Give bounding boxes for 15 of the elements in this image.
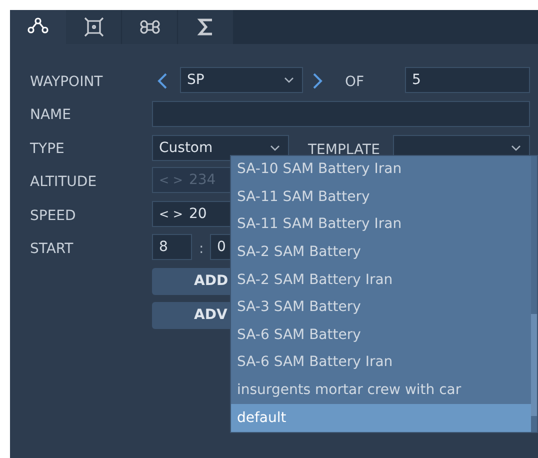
dropdown-value: SP <box>187 70 204 90</box>
field-label: TEMPLATE <box>308 141 380 160</box>
field-label: NAME <box>30 106 71 125</box>
field-value: 20 <box>188 204 207 224</box>
field-label: TYPE <box>30 140 64 159</box>
field-label: ALTITUDE <box>30 173 97 192</box>
field-label: START <box>30 240 74 259</box>
field-value: 8 <box>159 238 168 256</box>
field-label: WAYPOINT <box>30 73 103 92</box>
field-value: 5 <box>412 70 421 90</box>
field-value: 0 <box>217 238 226 256</box>
field-label: SPEED <box>30 207 76 226</box>
field-label: OF <box>345 73 364 92</box>
dropdown-value: Custom <box>159 138 213 158</box>
time-separator: : <box>199 240 204 259</box>
